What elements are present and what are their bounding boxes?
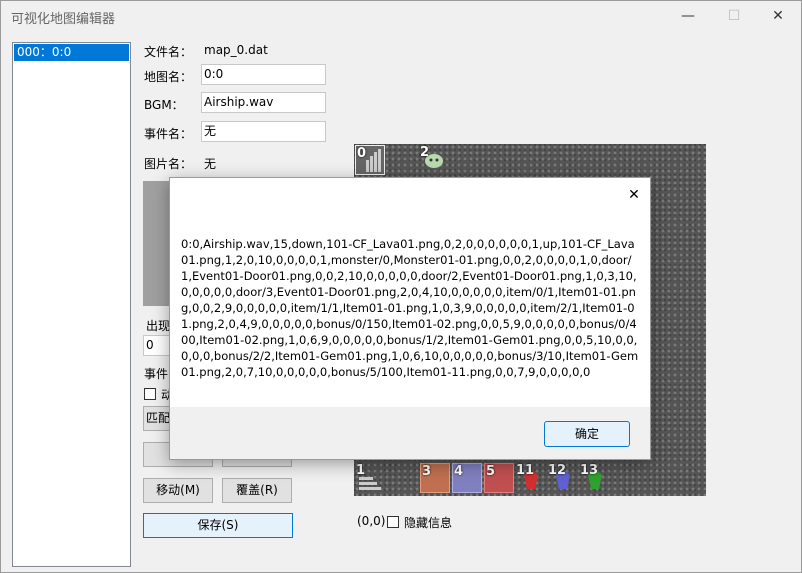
cover-button[interactable]: 覆盖(R) [222, 478, 292, 503]
save-button[interactable]: 保存(S) [143, 513, 293, 538]
dialog-footer: 确定 [170, 407, 650, 459]
image-value: 无 [204, 157, 217, 171]
mapname-input[interactable]: 0:0 [201, 64, 326, 85]
event-label: 事件名： [144, 127, 193, 141]
minimize-button[interactable]: — [665, 1, 711, 31]
monster-tile[interactable]: 2 [420, 145, 450, 175]
mapname-label: 地图名： [144, 70, 193, 84]
tile-number: 4 [454, 464, 464, 479]
tile-number: 12 [548, 463, 567, 478]
stairs-down-tile[interactable]: 0 [355, 145, 385, 175]
move-button[interactable]: 移动(M) [143, 478, 213, 503]
tile-number: 0 [357, 146, 367, 161]
door-tile[interactable]: 3 [420, 463, 450, 493]
close-button[interactable]: ✕ [755, 1, 801, 31]
maximize-button[interactable]: ☐ [711, 1, 757, 31]
image-label: 图片名： [144, 157, 193, 171]
tile-number: 3 [422, 464, 432, 479]
file-value: map_0.dat [204, 43, 268, 57]
title-bar: 可视化地图编辑器 — ☐ ✕ [1, 1, 801, 31]
tile-number: 5 [486, 464, 496, 479]
tile-number: 2 [420, 145, 430, 160]
stairs-up-tile[interactable]: 1 [355, 463, 385, 493]
gem-tile[interactable]: 11 [516, 463, 546, 493]
anim-checkbox[interactable] [144, 388, 156, 400]
tile-number: 13 [580, 463, 599, 478]
gem-tile[interactable]: 13 [580, 463, 610, 493]
gem-tile[interactable]: 12 [548, 463, 578, 493]
window-title: 可视化地图编辑器 [11, 12, 116, 27]
map-list[interactable]: 000：0:0 [12, 42, 131, 567]
tile-number: 1 [356, 463, 366, 478]
dialog-close-button[interactable]: ✕ [620, 182, 648, 208]
tile-number: 11 [516, 463, 535, 478]
ok-button[interactable]: 确定 [544, 421, 630, 447]
coords-readout: (0,0) [357, 514, 386, 528]
event-input[interactable]: 无 [201, 121, 326, 142]
hide-info-label: 隐藏信息 [404, 516, 453, 530]
dialog-message: 0:0,Airship.wav,15,down,101-CF_Lava01.pn… [181, 237, 639, 379]
door-tile[interactable]: 5 [484, 463, 514, 493]
bgm-label: BGM： [144, 98, 184, 112]
appear-label: 出现 [146, 319, 171, 333]
door-tile[interactable]: 4 [452, 463, 482, 493]
bgm-input[interactable]: Airship.wav [201, 92, 326, 113]
message-dialog: ✕ 0:0,Airship.wav,15,down,101-CF_Lava01.… [169, 177, 651, 460]
file-label: 文件名： [144, 45, 193, 59]
map-list-item[interactable]: 000：0:0 [14, 44, 129, 61]
hide-info-checkbox[interactable] [387, 516, 399, 528]
event-section-label: 事件 [144, 367, 169, 381]
